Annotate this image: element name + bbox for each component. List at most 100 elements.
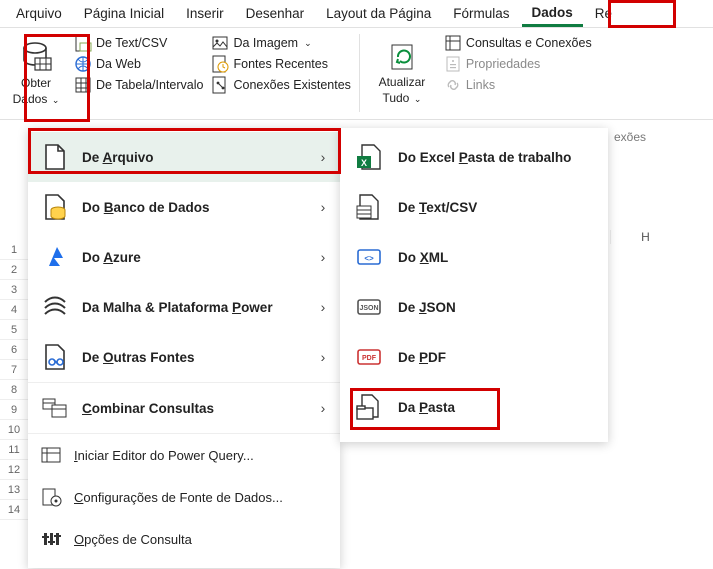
- da-imagem-button[interactable]: Da Imagem ⌄: [211, 34, 350, 52]
- recent-icon: [211, 55, 229, 73]
- file-other-icon: [40, 342, 70, 372]
- menu-bar: Arquivo Página Inicial Inserir Desenhar …: [0, 0, 713, 28]
- de-arquivo-submenu: X Do Excel Pasta de trabalho De Text/CSV…: [340, 128, 608, 442]
- obter-dados-button[interactable]: Obter Dados ⌄: [6, 34, 66, 112]
- tab-formulas[interactable]: Fórmulas: [443, 2, 519, 25]
- svg-text:<>: <>: [364, 254, 374, 263]
- row-header[interactable]: 9: [0, 400, 28, 420]
- row-header[interactable]: 4: [0, 300, 28, 320]
- database-icon: [19, 40, 53, 74]
- row-header[interactable]: 11: [0, 440, 28, 460]
- obter-label-2: Dados: [13, 92, 48, 106]
- xml-icon: <>: [354, 242, 384, 272]
- row-header[interactable]: 8: [0, 380, 28, 400]
- combine-icon: [40, 393, 70, 423]
- excel-file-icon: X: [354, 142, 384, 172]
- globe-icon: [74, 55, 92, 73]
- chevron-right-icon: ›: [316, 149, 330, 165]
- pdf-icon: PDF: [354, 342, 384, 372]
- queries-icon: [444, 34, 462, 52]
- de-tabela-intervalo-button[interactable]: De Tabela/Intervalo: [74, 76, 203, 94]
- row-header[interactable]: 7: [0, 360, 28, 380]
- image-icon: [211, 34, 229, 52]
- submenu-do-excel-pasta[interactable]: X Do Excel Pasta de trabalho: [340, 132, 608, 182]
- tab-arquivo[interactable]: Arquivo: [6, 2, 72, 25]
- tab-pagina-inicial[interactable]: Página Inicial: [74, 2, 174, 25]
- da-web-button[interactable]: Da Web: [74, 55, 203, 73]
- menu-do-azure[interactable]: Do Azure ›: [28, 232, 340, 282]
- tab-desenhar[interactable]: Desenhar: [236, 2, 315, 25]
- file-csv-icon: [74, 34, 92, 52]
- menu-opcoes-consulta[interactable]: Opções de Consulta: [28, 518, 340, 560]
- links-button[interactable]: Links: [444, 76, 592, 94]
- row-header[interactable]: 2: [0, 260, 28, 280]
- menu-da-malha-power[interactable]: Da Malha & Plataforma Power ›: [28, 282, 340, 332]
- text-csv-icon: [354, 192, 384, 222]
- menu-do-banco-de-dados[interactable]: Do Banco de Dados ›: [28, 182, 340, 232]
- de-text-csv-button[interactable]: De Text/CSV: [74, 34, 203, 52]
- row-header[interactable]: 5: [0, 320, 28, 340]
- ribbon-group-label-clipped: exões: [614, 130, 646, 144]
- tab-revisao-clipped[interactable]: Re: [585, 2, 622, 25]
- chevron-down-icon: ⌄: [411, 94, 421, 104]
- menu-de-arquivo[interactable]: De Arquivo ›: [28, 132, 340, 182]
- atualizar-tudo-button[interactable]: Atualizar Tudo ⌄: [368, 34, 436, 112]
- fontes-recentes-button[interactable]: Fontes Recentes: [211, 55, 350, 73]
- row-headers: 1 2 3 4 5 6 7 8 9 10 11 12 13 14: [0, 240, 28, 520]
- row-header[interactable]: 6: [0, 340, 28, 360]
- ribbon-dados: Obter Dados ⌄ De Text/CSV Da Web De Tabe…: [0, 28, 713, 120]
- file-icon: [40, 142, 70, 172]
- propriedades-button[interactable]: Propriedades: [444, 55, 592, 73]
- submenu-de-text-csv[interactable]: De Text/CSV: [340, 182, 608, 232]
- submenu-de-json[interactable]: JSON De JSON: [340, 282, 608, 332]
- obter-dados-menu: De Arquivo › Do Banco de Dados › Do Azur…: [28, 128, 340, 568]
- row-header[interactable]: 10: [0, 420, 28, 440]
- consultas-conexoes-button[interactable]: Consultas e Conexões: [444, 34, 592, 52]
- tab-inserir[interactable]: Inserir: [176, 2, 234, 25]
- editor-icon: [40, 444, 62, 466]
- refresh-icon: [386, 41, 418, 73]
- menu-combinar-consultas[interactable]: Combinar Consultas ›: [28, 382, 340, 433]
- table-icon: [74, 76, 92, 94]
- column-header[interactable]: H: [610, 230, 680, 244]
- power-platform-icon: [40, 292, 70, 322]
- menu-configuracoes-fonte-dados[interactable]: Configurações de Fonte de Dados...: [28, 476, 340, 518]
- svg-text:JSON: JSON: [359, 305, 378, 312]
- chevron-right-icon: ›: [316, 349, 330, 365]
- submenu-de-pdf[interactable]: PDF De PDF: [340, 332, 608, 382]
- atualizar-label-2: Tudo: [382, 91, 409, 105]
- svg-text:X: X: [361, 158, 367, 168]
- chevron-down-icon: ⌄: [304, 38, 312, 49]
- submenu-do-xml[interactable]: <> Do XML: [340, 232, 608, 282]
- obter-label-1: Obter: [21, 76, 51, 90]
- chevron-right-icon: ›: [316, 249, 330, 265]
- submenu-da-pasta[interactable]: Da Pasta: [340, 382, 608, 432]
- folder-file-icon: [354, 392, 384, 422]
- row-header[interactable]: 12: [0, 460, 28, 480]
- file-database-icon: [40, 192, 70, 222]
- chevron-right-icon: ›: [316, 299, 330, 315]
- row-header[interactable]: 1: [0, 240, 28, 260]
- row-header[interactable]: 13: [0, 480, 28, 500]
- datasource-settings-icon: [40, 486, 62, 508]
- chevron-right-icon: ›: [316, 400, 330, 416]
- chevron-right-icon: ›: [316, 199, 330, 215]
- json-icon: JSON: [354, 292, 384, 322]
- menu-de-outras-fontes[interactable]: De Outras Fontes ›: [28, 332, 340, 382]
- tab-layout[interactable]: Layout da Página: [316, 2, 441, 25]
- link-icon: [444, 76, 462, 94]
- properties-icon: [444, 55, 462, 73]
- row-header[interactable]: 14: [0, 500, 28, 520]
- menu-iniciar-editor-power-query[interactable]: Iniciar Editor do Power Query...: [28, 433, 340, 476]
- column-headers: H: [610, 230, 713, 244]
- atualizar-label-1: Atualizar: [379, 75, 426, 89]
- azure-icon: [40, 242, 70, 272]
- tab-dados[interactable]: Dados: [522, 1, 583, 27]
- svg-text:PDF: PDF: [362, 355, 377, 362]
- options-icon: [40, 528, 62, 550]
- ribbon-divider: [359, 34, 360, 112]
- chevron-down-icon: ⌄: [49, 95, 59, 105]
- row-header[interactable]: 3: [0, 280, 28, 300]
- connections-icon: [211, 76, 229, 94]
- conexoes-existentes-button[interactable]: Conexões Existentes: [211, 76, 350, 94]
